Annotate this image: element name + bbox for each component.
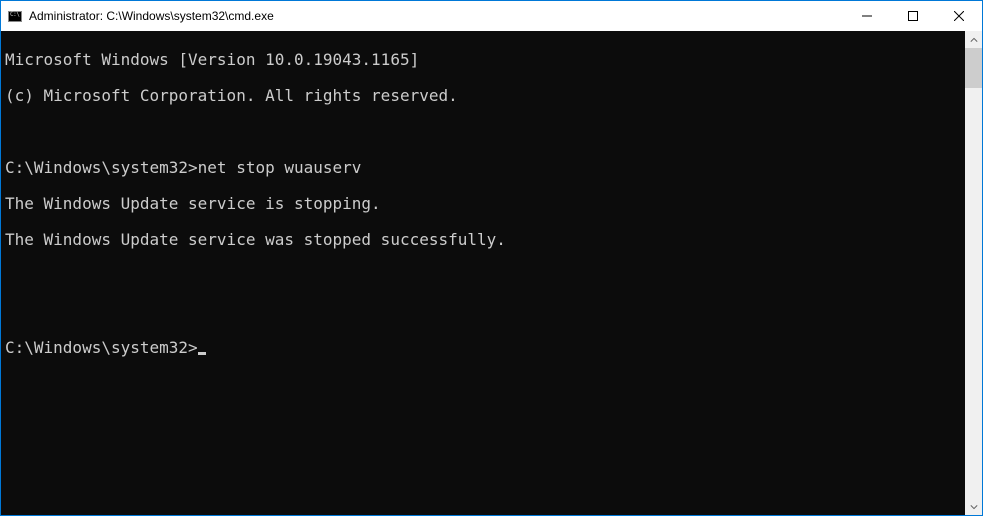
minimize-button[interactable] — [844, 1, 890, 31]
console-line — [5, 123, 965, 141]
console-line: (c) Microsoft Corporation. All rights re… — [5, 87, 965, 105]
window-controls — [844, 1, 982, 31]
minimize-icon — [862, 11, 872, 21]
client-area: Microsoft Windows [Version 10.0.19043.11… — [1, 31, 982, 515]
close-icon — [954, 11, 964, 21]
console-line: C:\Windows\system32>net stop wuauserv — [5, 159, 965, 177]
text-cursor — [198, 352, 206, 355]
console-line — [5, 303, 965, 321]
cmd-window: Administrator: C:\Windows\system32\cmd.e… — [0, 0, 983, 516]
console-line: The Windows Update service is stopping. — [5, 195, 965, 213]
window-title: Administrator: C:\Windows\system32\cmd.e… — [29, 9, 844, 23]
console-line — [5, 267, 965, 285]
vertical-scrollbar[interactable] — [965, 31, 982, 515]
maximize-icon — [908, 11, 918, 21]
close-button[interactable] — [936, 1, 982, 31]
scroll-up-button[interactable] — [965, 31, 982, 48]
scroll-thumb[interactable] — [965, 48, 982, 88]
cmd-icon — [7, 8, 23, 24]
console-prompt-line: C:\Windows\system32> — [5, 339, 965, 357]
console-prompt: C:\Windows\system32> — [5, 338, 198, 357]
scroll-track[interactable] — [965, 48, 982, 498]
console-line: Microsoft Windows [Version 10.0.19043.11… — [5, 51, 965, 69]
scroll-down-button[interactable] — [965, 498, 982, 515]
titlebar[interactable]: Administrator: C:\Windows\system32\cmd.e… — [1, 1, 982, 31]
chevron-down-icon — [970, 503, 978, 511]
chevron-up-icon — [970, 36, 978, 44]
maximize-button[interactable] — [890, 1, 936, 31]
console-line: The Windows Update service was stopped s… — [5, 231, 965, 249]
console-output[interactable]: Microsoft Windows [Version 10.0.19043.11… — [1, 31, 965, 515]
